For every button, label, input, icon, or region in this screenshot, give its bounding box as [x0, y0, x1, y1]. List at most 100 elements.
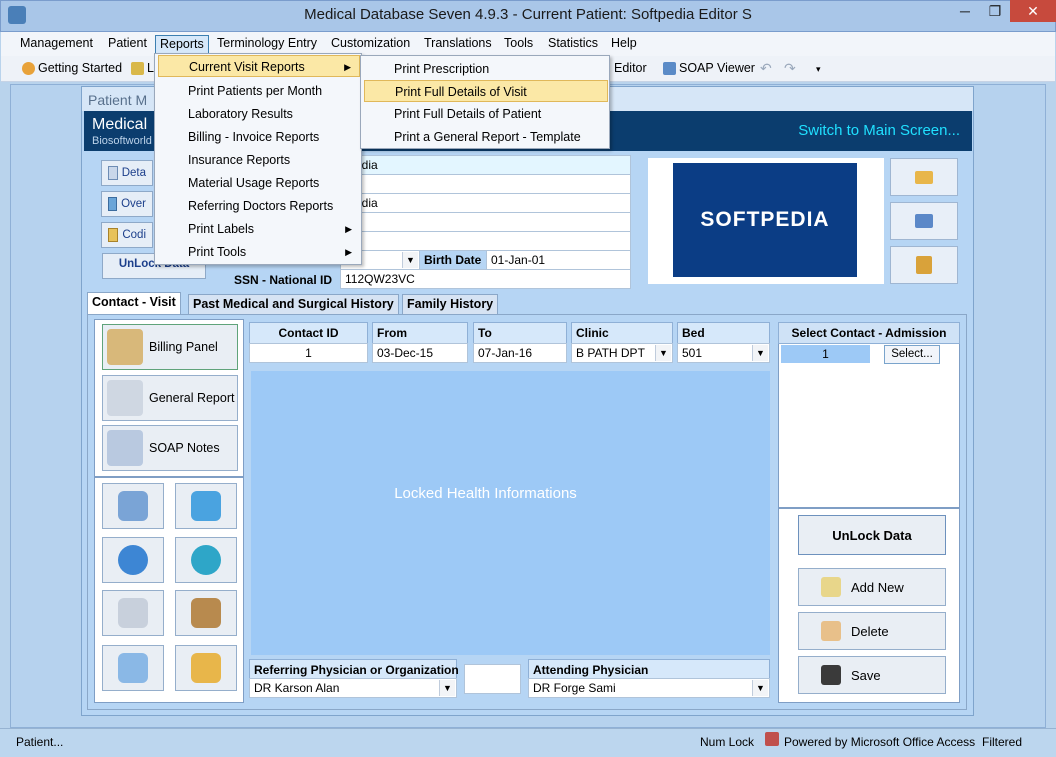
- status-numlock: Num Lock: [700, 735, 755, 749]
- menu-tools[interactable]: Tools: [504, 36, 533, 53]
- menu-management[interactable]: Management: [20, 36, 93, 53]
- save-icon: [821, 665, 841, 685]
- menu-item-print-patients-per-month[interactable]: Print Patients per Month: [158, 80, 360, 102]
- details-button[interactable]: Deta: [101, 160, 153, 186]
- menu-help[interactable]: Help: [611, 36, 637, 53]
- edit-note-button[interactable]: [102, 590, 164, 636]
- menu-item-current-visit-reports[interactable]: Current Visit Reports ▶: [158, 55, 360, 77]
- menu-item-print-general-report-template[interactable]: Print a General Report - Template: [364, 126, 608, 148]
- open-folder-button[interactable]: [890, 158, 958, 196]
- chevron-down-icon[interactable]: ▼: [752, 680, 768, 696]
- add-medical-button[interactable]: [175, 537, 237, 583]
- banner-title: Medical: [92, 116, 148, 133]
- from-date-cell[interactable]: 03-Dec-15: [372, 343, 468, 363]
- scan-button[interactable]: [890, 202, 958, 240]
- details-icon: [108, 166, 118, 180]
- close-icon[interactable]: ✕: [1010, 0, 1056, 22]
- add-icon: [821, 577, 841, 597]
- referring-value: DR Karson Alan: [254, 681, 340, 695]
- coding-icon: [108, 228, 119, 242]
- menu-customization[interactable]: Customization: [331, 36, 410, 53]
- referring-select[interactable]: DR Karson Alan ▼: [249, 678, 457, 698]
- tab-past-medical-history[interactable]: Past Medical and Surgical History: [188, 294, 399, 314]
- status-left: Patient...: [16, 735, 64, 749]
- menu-item-material-usage-reports[interactable]: Material Usage Reports: [158, 172, 360, 194]
- tab-family-history[interactable]: Family History: [402, 294, 499, 314]
- camera-button[interactable]: [102, 645, 164, 691]
- microscope-button[interactable]: [102, 483, 164, 529]
- last-name-field[interactable]: tpedia: [340, 155, 631, 175]
- unlock-data-button[interactable]: UnLock Data: [798, 515, 946, 555]
- undo-icon[interactable]: ↶: [760, 60, 772, 77]
- clinic-select[interactable]: B PATH DPT ▼: [571, 343, 673, 363]
- delete-button[interactable]: Delete: [798, 612, 946, 650]
- coding-button[interactable]: Codi: [101, 222, 153, 248]
- add-new-button[interactable]: Add New: [798, 568, 946, 606]
- first-name-field[interactable]: tpedia: [340, 193, 631, 213]
- camera-icon: [118, 653, 148, 683]
- chevron-right-icon: ▶: [345, 224, 352, 234]
- bed-select[interactable]: 501 ▼: [677, 343, 770, 363]
- editor-button[interactable]: Editor: [614, 61, 647, 75]
- header-clinic: Clinic: [571, 322, 673, 344]
- archive-button[interactable]: [175, 590, 237, 636]
- toolbar-overflow-icon[interactable]: ▾: [816, 64, 821, 75]
- middle-field[interactable]: [340, 174, 631, 194]
- menu-patient[interactable]: Patient: [108, 36, 147, 53]
- monitor-button[interactable]: [175, 483, 237, 529]
- menu-item-print-tools[interactable]: Print Tools ▶: [158, 241, 360, 263]
- box-icon: [191, 598, 221, 628]
- broom-icon: [916, 256, 932, 274]
- select-button[interactable]: Select...: [884, 345, 940, 364]
- maximize-icon[interactable]: ❐: [980, 0, 1010, 22]
- menu-item-print-full-details-of-visit[interactable]: Print Full Details of Visit: [364, 80, 608, 102]
- notes-icon: [107, 430, 143, 466]
- ssn-field[interactable]: 112QW23VC: [340, 269, 631, 289]
- getting-started-label: Getting Started: [38, 61, 123, 75]
- menu-reports[interactable]: Reports: [155, 35, 209, 54]
- menu-item-insurance-reports[interactable]: Insurance Reports: [158, 149, 360, 171]
- menu-item-billing-invoice-reports[interactable]: Billing - Invoice Reports: [158, 126, 360, 148]
- menu-item-print-prescription[interactable]: Print Prescription: [364, 58, 608, 80]
- search-button[interactable]: [102, 537, 164, 583]
- billing-panel-label: Billing Panel: [149, 340, 218, 354]
- to-date-cell[interactable]: 07-Jan-16: [473, 343, 567, 363]
- report-icon: [107, 380, 143, 416]
- chevron-down-icon[interactable]: ▼: [439, 680, 455, 696]
- menu-translations[interactable]: Translations: [424, 36, 492, 53]
- switch-to-main-link[interactable]: Switch to Main Screen...: [740, 122, 960, 139]
- tab-contact-visit[interactable]: Contact - Visit: [87, 292, 181, 314]
- getting-started-button[interactable]: Getting Started: [22, 61, 122, 75]
- general-report-button[interactable]: General Report: [102, 375, 238, 421]
- redo-icon[interactable]: ↷: [784, 60, 796, 77]
- billing-panel-button[interactable]: Billing Panel: [102, 324, 238, 370]
- chevron-down-icon[interactable]: ▼: [752, 345, 768, 361]
- insurance-reports-label: Insurance Reports: [188, 153, 291, 167]
- extra-field[interactable]: [340, 212, 631, 232]
- clear-photo-button[interactable]: [890, 246, 958, 284]
- overview-icon: [108, 197, 118, 211]
- save-button[interactable]: Save: [798, 656, 946, 694]
- clinic-value: B PATH DPT: [576, 346, 645, 360]
- contact-id-cell[interactable]: 1: [249, 343, 368, 363]
- print-patients-label: Print Patients per Month: [188, 84, 323, 98]
- menu-statistics[interactable]: Statistics: [548, 36, 598, 53]
- menu-item-laboratory-results[interactable]: Laboratory Results: [158, 103, 360, 125]
- attending-select[interactable]: DR Forge Sami ▼: [528, 678, 770, 698]
- minimize-icon[interactable]: ─: [950, 0, 980, 22]
- menu-item-print-full-details-of-patient[interactable]: Print Full Details of Patient: [364, 103, 608, 125]
- chevron-down-icon[interactable]: ▼: [655, 345, 671, 361]
- soap-viewer-button[interactable]: SOAP Viewer: [663, 61, 755, 75]
- menu-item-print-labels[interactable]: Print Labels ▶: [158, 218, 360, 240]
- menu-item-referring-doctors-reports[interactable]: Referring Doctors Reports: [158, 195, 360, 217]
- folder-button[interactable]: [175, 645, 237, 691]
- menu-terminology-entry[interactable]: Terminology Entry: [217, 36, 317, 53]
- lock-button[interactable]: L: [131, 61, 154, 75]
- chevron-down-icon[interactable]: ▼: [402, 252, 418, 268]
- overview-button[interactable]: Over: [101, 191, 153, 217]
- birth-date-field[interactable]: 01-Jan-01: [486, 250, 631, 270]
- soap-notes-button[interactable]: SOAP Notes: [102, 425, 238, 471]
- ssn-label: SSN - National ID: [234, 273, 333, 287]
- edit-note-icon: [118, 598, 148, 628]
- title-field[interactable]: tor: [340, 231, 631, 251]
